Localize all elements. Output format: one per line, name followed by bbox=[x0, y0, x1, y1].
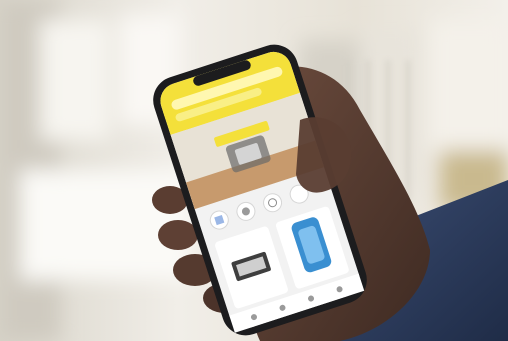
photo-scene bbox=[0, 0, 508, 341]
photo bbox=[0, 0, 508, 341]
